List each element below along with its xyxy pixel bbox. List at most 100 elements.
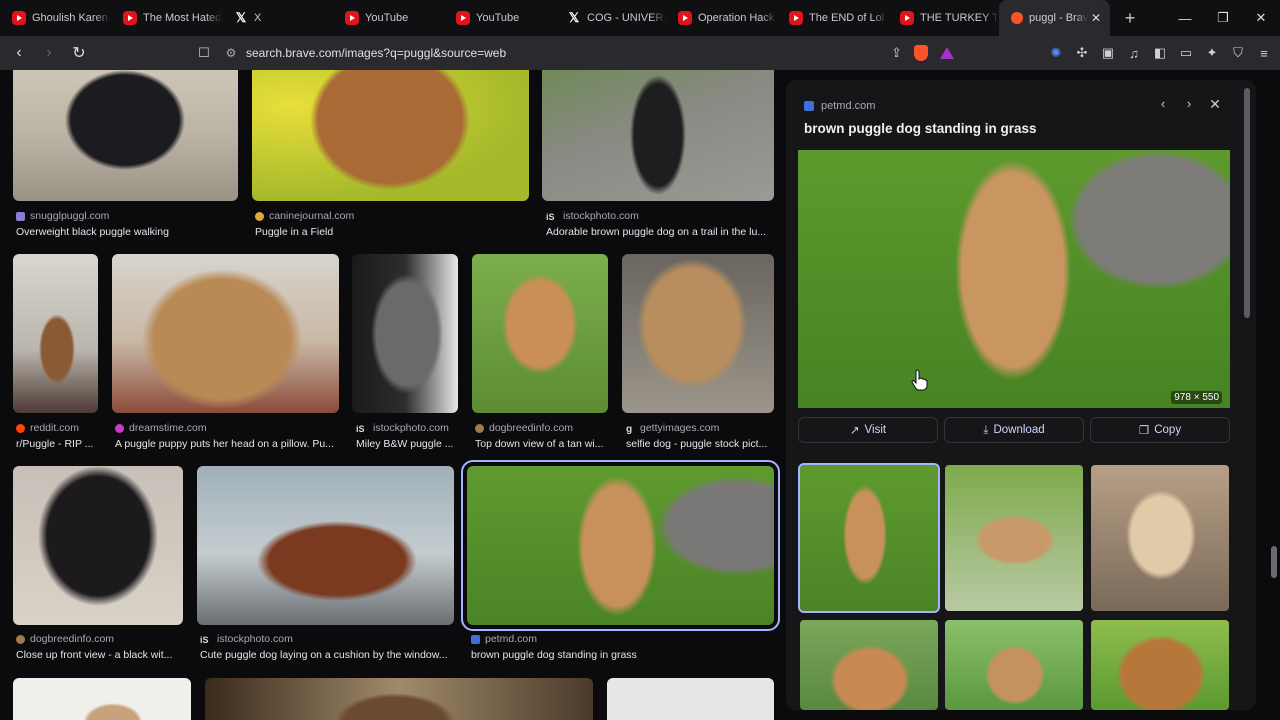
wallet-icon[interactable]: ▣	[1100, 45, 1116, 61]
wallet-card-icon[interactable]: ▭	[1178, 45, 1194, 61]
result-caption[interactable]: Puggle in a Field	[255, 226, 333, 238]
download-button[interactable]: ⤓ Download	[944, 417, 1084, 443]
result-source[interactable]: iS istockphoto.com	[546, 210, 639, 222]
tab-title: YouTube	[365, 12, 409, 24]
tab-active[interactable]: puggl - Brave ✕	[999, 0, 1110, 36]
related-thumbnail[interactable]	[945, 620, 1083, 710]
previous-image-icon[interactable]: ‹	[1150, 96, 1176, 113]
result-caption[interactable]: Overweight black puggle walking	[16, 226, 169, 238]
result-image-selected[interactable]	[461, 460, 780, 631]
related-thumbnail[interactable]	[945, 465, 1083, 611]
source-domain: dogbreedinfo.com	[489, 422, 574, 434]
result-source[interactable]: g gettyimages.com	[626, 422, 720, 435]
result-caption[interactable]: A puggle puppy puts her head on a pillow…	[115, 438, 341, 450]
tab[interactable]: YouTube	[444, 0, 555, 36]
result-source[interactable]: dreamstime.com	[115, 422, 207, 434]
result-source[interactable]: caninejournal.com	[255, 210, 354, 222]
vpn-icon[interactable]: ✺	[1048, 45, 1064, 61]
result-source[interactable]: dogbreedinfo.com	[16, 633, 114, 645]
result-image[interactable]	[607, 678, 774, 720]
extensions-icon[interactable]: ✣	[1074, 45, 1090, 61]
bookmark-icon[interactable]: ☐	[192, 45, 216, 61]
brave-rewards-icon[interactable]	[940, 47, 954, 59]
leo-ai-icon[interactable]: ✦	[1204, 45, 1220, 61]
related-thumbnail[interactable]	[1091, 465, 1229, 611]
result-caption[interactable]: Cute puggle dog laying on a cushion by t…	[200, 649, 454, 661]
result-caption[interactable]: Adorable brown puggle dog on a trail in …	[546, 226, 766, 238]
result-source[interactable]: reddit.com	[16, 422, 79, 434]
result-source[interactable]: iS istockphoto.com	[356, 422, 449, 434]
result-image[interactable]	[112, 254, 339, 413]
new-tab-button[interactable]: +	[1118, 8, 1142, 29]
brave-shields-icon[interactable]	[914, 45, 928, 61]
result-image[interactable]	[13, 70, 238, 201]
source-domain: caninejournal.com	[269, 210, 355, 222]
site-settings-icon[interactable]: ⚙	[216, 46, 246, 60]
visit-button[interactable]: ↗ Visit	[798, 417, 938, 443]
share-icon[interactable]: ⇪	[891, 45, 902, 61]
shield-check-icon[interactable]: ⛉	[1230, 45, 1246, 61]
result-caption[interactable]: r/Puggle - RIP ...	[16, 438, 98, 450]
tab[interactable]: Operation Hack	[666, 0, 777, 36]
result-image[interactable]	[13, 678, 191, 720]
related-thumbnail[interactable]	[800, 620, 938, 710]
source-domain: petmd.com	[485, 633, 537, 645]
image-detail-panel: petmd.com brown puggle dog standing in g…	[786, 80, 1256, 710]
back-button[interactable]: ‹	[6, 40, 32, 66]
result-caption[interactable]: Close up front view - a black wit...	[16, 649, 183, 661]
close-panel-icon[interactable]: ✕	[1202, 96, 1228, 113]
copy-button[interactable]: ❐ Copy	[1090, 417, 1230, 443]
result-caption[interactable]: Miley B&W puggle ...	[356, 438, 458, 450]
result-image[interactable]	[252, 70, 529, 201]
source-domain: dogbreedinfo.com	[30, 633, 115, 645]
panel-preview-image[interactable]: 978 × 550	[798, 150, 1230, 408]
copy-label: Copy	[1154, 424, 1182, 436]
panel-scrollbar[interactable]	[1244, 88, 1250, 318]
maximize-icon[interactable]: ❐	[1204, 0, 1242, 36]
result-image[interactable]	[472, 254, 608, 413]
result-image[interactable]	[542, 70, 774, 201]
scrollbar-thumb[interactable]	[1271, 546, 1277, 578]
tab[interactable]: YouTube	[333, 0, 444, 36]
page-scrollbar[interactable]	[1268, 70, 1280, 720]
result-image[interactable]	[205, 678, 593, 720]
address-bar[interactable]: ☐ ⚙ search.brave.com/images?q=puggl&sour…	[192, 40, 962, 66]
related-thumbnail[interactable]	[1091, 620, 1229, 710]
reload-button[interactable]: ↻	[66, 40, 92, 66]
result-source[interactable]: petmd.com	[471, 633, 537, 645]
tab[interactable]: The Most Hated	[111, 0, 222, 36]
minimize-icon[interactable]: —	[1166, 0, 1204, 36]
external-link-icon: ↗	[849, 425, 860, 437]
site-favicon-icon: iS	[356, 423, 368, 434]
tab[interactable]: 𝕏 COG - UNIVERS	[555, 0, 666, 36]
next-image-icon[interactable]: ›	[1176, 96, 1202, 113]
result-caption[interactable]: Top down view of a tan wi...	[475, 438, 609, 450]
tab-title: The END of Lol	[809, 12, 885, 24]
panel-source[interactable]: petmd.com	[804, 100, 875, 112]
forward-button[interactable]: ›	[36, 40, 62, 66]
source-domain: gettyimages.com	[640, 422, 720, 434]
result-source[interactable]: iS istockphoto.com	[200, 633, 293, 645]
tab[interactable]: Ghoulish Karen	[0, 0, 111, 36]
media-icon[interactable]: ♫	[1126, 46, 1142, 61]
result-caption[interactable]: selfie dog - puggle stock pict...	[626, 438, 774, 450]
close-tab-icon[interactable]: ✕	[1088, 11, 1104, 25]
result-source[interactable]: snugglpuggl.com	[16, 210, 109, 222]
x-icon: 𝕏	[568, 10, 580, 25]
result-image[interactable]	[622, 254, 774, 413]
sidebar-icon[interactable]: ◧	[1152, 45, 1168, 61]
close-window-icon[interactable]: ✕	[1242, 0, 1280, 36]
result-image[interactable]	[13, 254, 98, 413]
youtube-icon	[12, 11, 26, 25]
result-image[interactable]	[352, 254, 458, 413]
related-thumbnail-selected[interactable]	[798, 463, 940, 613]
result-caption[interactable]: brown puggle dog standing in grass	[471, 649, 771, 661]
result-image[interactable]	[197, 466, 454, 625]
url-text[interactable]: search.brave.com/images?q=puggl&source=w…	[246, 46, 891, 60]
tab[interactable]: THE TURKEY TO	[888, 0, 999, 36]
menu-icon[interactable]: ≡	[1256, 46, 1272, 61]
tab[interactable]: The END of Lol	[777, 0, 888, 36]
result-image[interactable]	[13, 466, 183, 625]
result-source[interactable]: dogbreedinfo.com	[475, 422, 573, 434]
tab[interactable]: 𝕏X	[222, 0, 333, 36]
